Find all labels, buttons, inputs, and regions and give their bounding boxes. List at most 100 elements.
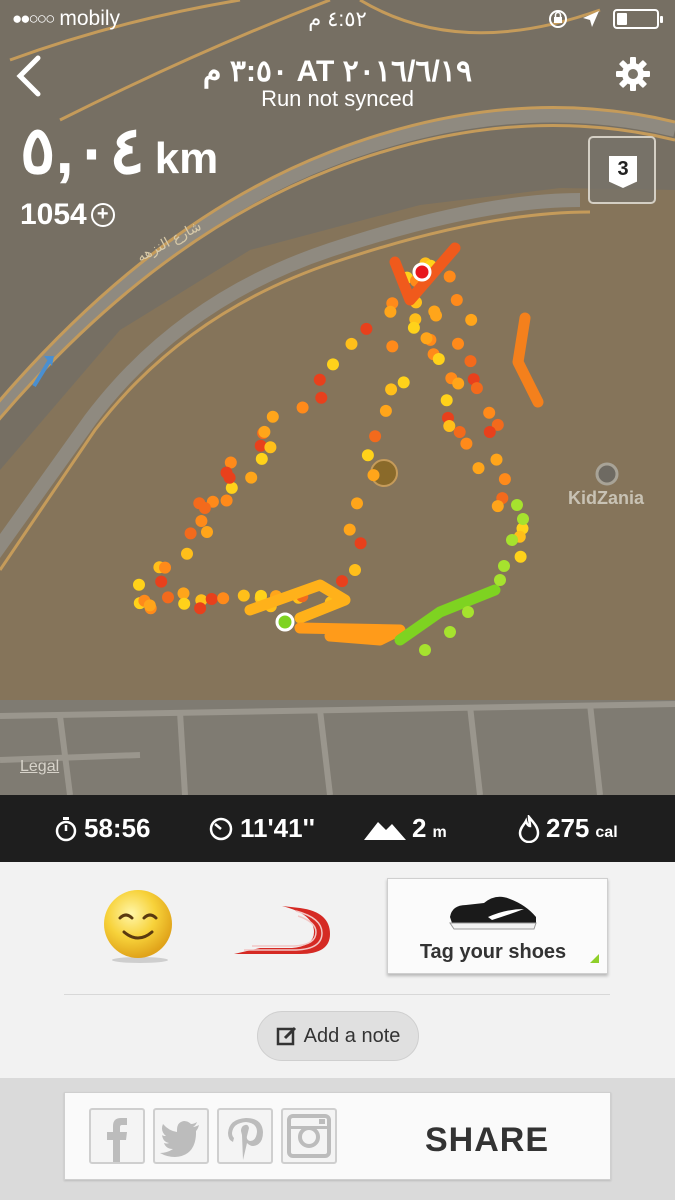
add-note-label: Add a note (303, 1024, 401, 1047)
twitter-icon[interactable] (153, 1108, 209, 1164)
route-point (514, 550, 527, 563)
route-point (162, 591, 174, 604)
route-point (178, 597, 191, 610)
instagram-icon[interactable] (281, 1108, 337, 1164)
route-point (205, 593, 218, 605)
poi-label: KidZania (568, 488, 645, 508)
tag-shoes-button[interactable]: Tag your shoes (387, 878, 608, 974)
duration-stat: 58:56 (54, 813, 151, 844)
route-point (296, 401, 309, 414)
mountain-icon (364, 821, 406, 840)
laps-button[interactable]: 3 (588, 136, 656, 204)
status-bar: ●●○○○ mobily ٤:٥٢ م (0, 0, 675, 38)
route-point (184, 527, 197, 540)
route-point (336, 575, 348, 588)
route-point (198, 502, 211, 514)
add-note-button[interactable]: Add a note (257, 1011, 419, 1061)
shoe-icon (449, 896, 537, 930)
route-point (143, 599, 156, 612)
route-point (460, 437, 473, 450)
speedometer-icon (209, 817, 233, 840)
route-point (313, 373, 326, 386)
run-title: ٣:٥٠ م AT ٢٠١٦/٦/١٩ (202, 55, 473, 88)
distance-unit: km (154, 134, 219, 183)
route-point (315, 391, 328, 404)
legal-link[interactable]: Legal (20, 758, 59, 776)
route-point (223, 471, 236, 484)
route-point (354, 537, 367, 550)
route-point (465, 313, 478, 326)
route-point (345, 337, 358, 350)
plus-icon: + (90, 203, 115, 227)
route-point (245, 471, 258, 484)
route-point (397, 376, 410, 389)
route-point (494, 574, 506, 586)
rotation-lock-icon (549, 10, 567, 28)
smiley-face-icon[interactable] (100, 888, 176, 964)
share-card: SHARE (64, 1092, 611, 1180)
track-icon[interactable] (230, 900, 338, 958)
route-point (407, 321, 420, 334)
elevation-unit: m (432, 823, 447, 841)
location-arrow-icon (583, 11, 599, 27)
route-point (498, 560, 510, 572)
route-point (349, 564, 361, 576)
elevation-value: 2 (412, 813, 427, 843)
lap-count-badge: 3 (609, 156, 637, 188)
route-point (369, 430, 382, 443)
route-point (379, 404, 392, 417)
route-point (440, 394, 453, 407)
route-point (491, 500, 504, 513)
route-point (517, 513, 529, 525)
route-point (386, 340, 399, 353)
route-point (201, 526, 213, 538)
gear-icon[interactable] (615, 56, 651, 92)
facebook-icon[interactable] (89, 1108, 145, 1164)
route-point (264, 441, 277, 454)
sync-status: Run not synced (261, 86, 414, 111)
route-map[interactable]: شارع النزهه ●●○○○ mobily ٤:٥٢ م ٣:٥٠ م A… (0, 0, 675, 795)
route-point (343, 523, 356, 536)
corner-indicator (590, 954, 599, 963)
status-icons (547, 8, 663, 30)
distance-display: ٥,٠٤ km (20, 112, 218, 189)
route-point (181, 547, 193, 560)
route-point (483, 426, 496, 438)
route-point (384, 305, 397, 318)
route-point (450, 294, 463, 306)
route-point (453, 426, 466, 438)
flame-icon (518, 814, 540, 843)
calories-stat: 275 cal (518, 813, 618, 844)
route-point (472, 462, 485, 475)
route-point (237, 589, 250, 602)
battery-icon (613, 9, 663, 29)
route-point (194, 602, 207, 615)
route-point (360, 322, 373, 335)
route-point (159, 561, 171, 574)
route-point (452, 377, 465, 390)
route-point (133, 578, 145, 591)
route-point (266, 410, 279, 423)
calories-value: 275 (546, 813, 590, 843)
divider (64, 994, 610, 995)
route-point (483, 406, 496, 419)
pinterest-icon[interactable] (217, 1108, 273, 1164)
duration-value: 58:56 (84, 813, 151, 843)
route-point (258, 425, 271, 438)
share-button[interactable]: SHARE (425, 1121, 549, 1160)
route-point (430, 309, 442, 322)
route-point (462, 606, 474, 618)
route-point (195, 515, 208, 527)
route-start-marker (275, 612, 295, 632)
route-point (217, 592, 230, 605)
route-point (255, 452, 268, 465)
route-point (177, 587, 190, 600)
calories-unit: cal (595, 823, 618, 841)
route-point (225, 481, 238, 494)
route-point (385, 383, 398, 396)
nikefuel-display[interactable]: 1054 + (20, 198, 115, 232)
route-point (498, 473, 511, 486)
route-point (367, 469, 380, 482)
stats-bar: 58:56 11'41'' 2 m 275 cal (0, 795, 675, 862)
route-point (444, 626, 456, 638)
